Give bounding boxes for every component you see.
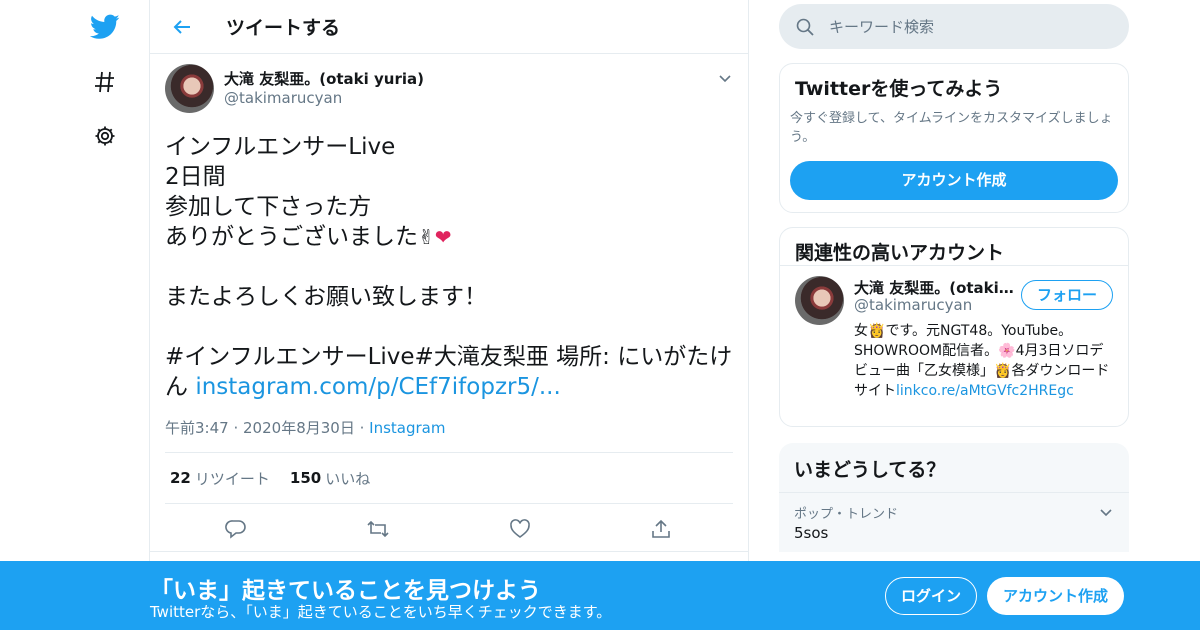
author-handle[interactable]: @takimarucyan [224,89,342,107]
signup-card: Twitterを使ってみよう 今すぐ登録して、タイムラインをカスタマイズしましょ… [779,63,1129,213]
search-icon [795,17,815,37]
princess-emoji-icon: 👸 [994,363,1012,379]
create-account-button[interactable]: アカウント作成 [790,161,1118,200]
main-column: ツイートする 大滝 友梨亜。(otaki yuria) @takimarucya… [149,0,749,630]
trend-category: ポップ・トレンド [794,507,899,522]
tweet-line: ん instagram.com/p/CEf7ifopzr5/... [165,374,561,400]
like-label[interactable]: いいね [325,468,370,489]
banner-title: 「いま」起きていることを見つけよう [150,578,541,604]
tweet-stats: 22 リツイート 150 いいね [165,452,733,504]
retweet-count[interactable]: 22 [170,469,191,487]
related-accounts-card: 関連性の高いアカウント 大滝 友梨亜。(otaki yuria) @takima… [779,227,1129,427]
tweet-line: またよろしくお願い致します！ [165,284,487,310]
tweet-actions [150,504,748,552]
tweet-line: 参加して下さった方 [165,194,372,220]
avatar[interactable] [795,276,844,325]
page-title: ツイートする [226,17,341,39]
tweet-time[interactable]: 午前3:47 [165,419,229,437]
left-nav [0,0,150,630]
heart-icon: ❤ [434,225,452,249]
related-account-bio: 女👸です。元NGT48。YouTube。SHOWROOM配信者。🌸4月3日ソロデ… [854,323,1110,399]
tweet-text: インフルエンサーLive 2日間参加して下さった方ありがとうございました✌❤ またよ… [150,132,748,402]
share-icon[interactable] [650,518,672,540]
tweet-line: インフルエンサーLive [165,134,396,160]
hashtag-icon[interactable] [88,65,122,99]
reply-icon[interactable] [225,518,247,540]
related-account-name[interactable]: 大滝 友梨亜。(otaki yuria) [854,277,1014,298]
author-name[interactable]: 大滝 友梨亜。(otaki yuria) [224,68,424,89]
princess-emoji-icon: 👸 [868,323,886,339]
right-sidebar: Twitterを使ってみよう 今すぐ登録して、タイムラインをカスタマイズしましょ… [779,0,1129,552]
retweet-label[interactable]: リツイート [195,468,270,489]
avatar[interactable] [165,64,214,113]
trend-name[interactable]: 5sos [794,524,1114,542]
signup-card-desc: 今すぐ登録して、タイムラインをカスタマイズしましょう。 [790,111,1113,145]
chevron-down-icon[interactable] [716,70,734,88]
chevron-down-icon[interactable] [1098,505,1114,521]
trends-title: いまどうしてる？ [779,443,1129,493]
trends-card: いまどうしてる？ ポップ・トレンド 5sos [779,443,1129,552]
search-box[interactable] [779,4,1129,49]
gear-icon[interactable] [88,119,122,153]
tweet-meta: 午前3:47 · 2020年8月30日 · Instagram [165,419,446,437]
blossom-emoji-icon: 🌸 [998,343,1016,359]
login-button[interactable]: ログイン [885,577,977,615]
tweet-line: ありがとうございました✌❤ [165,224,452,250]
tweet-link[interactable]: instagram.com/p/CEf7ifopzr5/... [195,374,560,400]
bio-link[interactable]: linkco.re/aMtGVfc2HREgc [896,383,1074,399]
signup-card-title: Twitterを使ってみよう [795,78,1003,100]
tweet-line: #インフルエンサーLive#大滝友梨亜 場所: にいがたけ [165,344,733,370]
bottom-banner: 「いま」起きていることを見つけよう Twitterなら、「いま」起きていることを… [0,561,1200,630]
related-account[interactable]: 大滝 友梨亜。(otaki yuria) @takimarucyan フォロー … [780,266,1128,426]
like-count[interactable]: 150 [290,469,321,487]
search-input[interactable] [829,17,1079,36]
related-account-handle[interactable]: @takimarucyan [854,296,972,314]
banner-subtitle: Twitterなら、「いま」起きていることをいち早くチェックできます。 [150,603,612,621]
back-arrow-icon[interactable] [166,11,198,43]
signup-button[interactable]: アカウント作成 [987,577,1124,615]
retweet-icon[interactable] [366,518,389,540]
tweet-author: 大滝 友梨亜。(otaki yuria) @takimarucyan [150,54,748,132]
tweet-date[interactable]: 2020年8月30日 [243,419,355,437]
trend-item[interactable]: ポップ・トレンド 5sos [779,493,1129,552]
tweet-source[interactable]: Instagram [369,419,445,437]
follow-button[interactable]: フォロー [1021,280,1113,310]
twitter-bird-icon[interactable] [88,10,122,44]
header: ツイートする [150,0,748,54]
tweet-line: 2日間 [165,164,226,190]
like-icon[interactable] [509,518,531,540]
victory-hand-icon: ✌ [418,225,435,249]
related-accounts-title: 関連性の高いアカウント [780,228,1128,266]
